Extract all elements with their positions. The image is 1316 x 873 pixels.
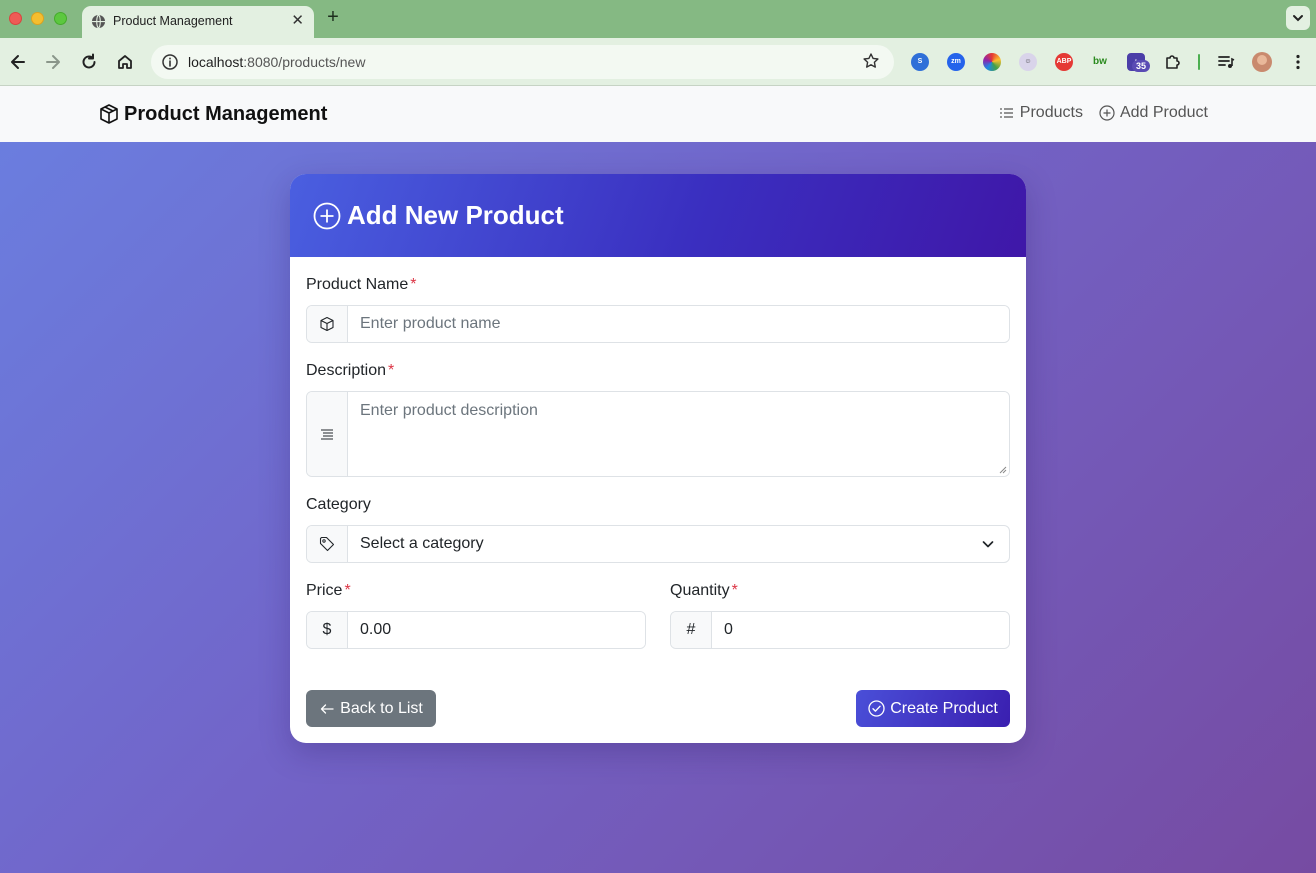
app-navbar: Product Management Products Add Product — [0, 86, 1316, 142]
page-title: Add New Product — [347, 200, 564, 230]
nav-link-add-product[interactable]: Add Product — [1099, 104, 1208, 122]
price-group: $ — [306, 611, 646, 649]
nav-link-label: Products — [1019, 104, 1083, 121]
label-text: Price — [306, 582, 343, 599]
label-text: Product Name — [306, 276, 409, 293]
home-icon[interactable] — [115, 52, 135, 72]
forward-arrow-icon[interactable] — [43, 52, 63, 72]
product-name-addon — [307, 306, 348, 342]
price-input[interactable] — [348, 612, 645, 648]
required-mark: * — [344, 582, 351, 599]
url-path: :8080/products/new — [243, 54, 366, 70]
browser-tab[interactable]: Product Management ✕ — [82, 6, 314, 38]
toolbar-separator — [1198, 54, 1200, 70]
url-text: localhost:8080/products/new — [188, 54, 365, 70]
label-text: Category — [306, 496, 371, 513]
label-text: Quantity — [670, 582, 730, 599]
more-options-icon[interactable] — [1288, 52, 1308, 72]
navbar-links: Products Add Product — [999, 104, 1208, 122]
close-window-button[interactable] — [9, 12, 22, 25]
site-info-icon[interactable] — [161, 53, 179, 71]
media-queue-icon[interactable] — [1216, 52, 1236, 72]
tag-icon — [319, 536, 335, 552]
product-name-input[interactable] — [348, 306, 1009, 342]
sync-extension-icon[interactable]: S — [911, 53, 929, 71]
face-extension-icon[interactable]: ☺ — [1019, 53, 1037, 71]
browser-tab-bar: Product Management ✕ + — [0, 0, 1316, 38]
bookmark-star-icon[interactable] — [862, 52, 880, 70]
description-addon — [307, 392, 348, 476]
back-button-label: Back to List — [340, 699, 423, 717]
card-header: Add New Product — [290, 174, 1026, 257]
quantity-input[interactable] — [712, 612, 1009, 648]
label-text: Description — [306, 362, 387, 379]
plus-circle-icon — [1099, 105, 1115, 121]
arrow-left-icon — [320, 703, 334, 714]
product-name-label: Product Name * — [306, 276, 417, 294]
required-mark: * — [731, 582, 738, 599]
chevron-down-icon — [1293, 15, 1303, 22]
zoom-extension-icon[interactable]: zm — [947, 53, 965, 71]
page-background: Product Management Products Add Product … — [0, 86, 1316, 873]
minimize-window-button[interactable] — [31, 12, 44, 25]
reload-icon[interactable] — [79, 52, 99, 72]
price-label: Price * — [306, 582, 351, 600]
price-addon: $ — [307, 612, 348, 648]
tab-title: Product Management — [113, 14, 233, 28]
box-icon — [100, 104, 118, 124]
chevron-down-icon — [982, 541, 994, 548]
color-picker-extension-icon[interactable] — [983, 53, 1001, 71]
text-paragraph-icon — [321, 429, 333, 440]
check-circle-icon — [868, 700, 885, 717]
new-tab-button[interactable]: + — [323, 6, 343, 29]
category-addon — [307, 526, 348, 562]
required-mark: * — [410, 276, 417, 293]
nav-link-products[interactable]: Products — [999, 104, 1083, 122]
bw-extension-icon[interactable]: bw — [1091, 53, 1109, 71]
category-selected-value: Select a category — [360, 535, 484, 552]
extension-badge: 35 — [1132, 60, 1150, 72]
quantity-label: Quantity * — [670, 582, 738, 600]
product-name-group — [306, 305, 1010, 343]
description-textarea[interactable] — [348, 392, 1009, 476]
back-to-list-button[interactable]: Back to List — [306, 690, 436, 727]
required-mark: * — [388, 362, 395, 379]
url-host: localhost — [188, 54, 244, 70]
tab-search-button[interactable] — [1286, 6, 1310, 30]
brand-title: Product Management — [124, 102, 328, 125]
nav-link-label: Add Product — [1119, 104, 1208, 121]
back-arrow-icon[interactable] — [8, 52, 28, 72]
category-group: Select a category — [306, 525, 1010, 563]
profile-avatar[interactable] — [1252, 52, 1272, 72]
category-select[interactable]: Select a category — [348, 526, 1009, 562]
category-label: Category — [306, 496, 371, 514]
globe-icon — [91, 14, 106, 29]
description-label: Description * — [306, 362, 394, 380]
list-icon — [999, 108, 1013, 118]
box-icon — [320, 316, 334, 332]
address-bar[interactable]: localhost:8080/products/new — [151, 45, 894, 79]
resize-handle-icon[interactable] — [999, 466, 1007, 474]
plus-circle-icon — [313, 202, 341, 229]
quantity-addon: # — [671, 612, 712, 648]
description-group — [306, 391, 1010, 477]
create-product-button[interactable]: Create Product — [856, 690, 1010, 727]
tab-close-icon[interactable]: ✕ — [291, 11, 304, 29]
quantity-group: # — [670, 611, 1010, 649]
browser-toolbar: localhost:8080/products/new S zm ☺ ABP b… — [0, 38, 1316, 86]
navbar-brand[interactable]: Product Management — [98, 102, 327, 126]
puzzle-icon[interactable] — [1163, 52, 1183, 72]
add-product-card: Add New Product Product Name* Descriptio… — [290, 174, 1026, 743]
maximize-window-button[interactable] — [54, 12, 67, 25]
adblock-extension-icon[interactable]: ABP — [1055, 53, 1073, 71]
create-button-label: Create Product — [890, 699, 998, 717]
